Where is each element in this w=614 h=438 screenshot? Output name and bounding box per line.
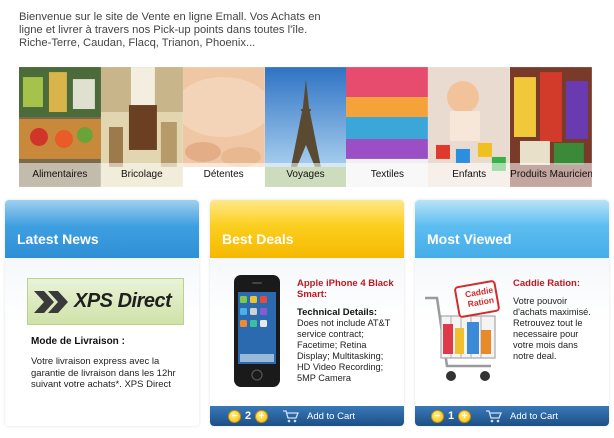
delivery-mode-label: Mode de Livraison :	[31, 336, 125, 347]
technical-details-text: Does not include AT&T service contract; …	[297, 318, 391, 383]
category-label: Bricolage	[100, 163, 183, 187]
latest-news-panel: Latest News XPS Direct Mode de Livraison…	[5, 200, 199, 426]
caddie-description: Votre pouvoir d'achats maximisé. Retrouv…	[513, 296, 591, 361]
iphone-image[interactable]	[232, 274, 282, 390]
deal-product-title[interactable]: Apple iPhone 4 Black Smart:	[297, 278, 397, 300]
double-chevron-icon	[34, 290, 68, 313]
xps-direct-logo[interactable]: XPS Direct	[27, 278, 184, 325]
caddie-cart-bar: − 1 + Add to Cart	[415, 406, 609, 426]
best-deals-body: Apple iPhone 4 Black Smart: Technical De…	[210, 258, 404, 426]
category-detentes[interactable]: Détentes	[182, 67, 265, 187]
most-viewed-panel: Most Viewed Caddie Ration Caddie Ration:…	[415, 200, 609, 426]
best-deals-header: Best Deals	[210, 200, 404, 258]
minus-icon[interactable]: −	[431, 409, 444, 423]
category-textiles[interactable]: Textiles	[346, 67, 429, 187]
caddie-product-title[interactable]: Caddie Ration:	[513, 278, 580, 289]
category-label: Voyages	[264, 163, 347, 187]
latest-news-header: Latest News	[5, 200, 199, 258]
latest-news-body: XPS Direct Mode de Livraison : Votre liv…	[5, 258, 199, 426]
shopping-cart-icon[interactable]	[485, 409, 502, 423]
caddie-quantity: 1	[447, 410, 455, 422]
category-label: Alimentaires	[19, 163, 101, 187]
most-viewed-title: Most Viewed	[427, 231, 512, 247]
welcome-text: Bienvenue sur le site de Vente en ligne …	[19, 11, 321, 49]
category-produits-mauricien[interactable]: Produits Mauricien	[510, 67, 593, 187]
plus-icon[interactable]: +	[458, 409, 471, 423]
category-bricolage[interactable]: Bricolage	[100, 67, 183, 187]
add-to-cart-button[interactable]: Add to Cart	[307, 411, 355, 422]
best-deals-panel: Best Deals Apple iPhone 4 Black Smart: T…	[210, 200, 404, 426]
category-voyages[interactable]: Voyages	[264, 67, 347, 187]
category-enfants[interactable]: Enfants	[428, 67, 511, 187]
plus-icon[interactable]: +	[255, 409, 268, 423]
most-viewed-header: Most Viewed	[415, 200, 609, 258]
deal-cart-bar: − 2 + Add to Cart	[210, 406, 404, 426]
category-label: Textiles	[346, 163, 429, 187]
deal-quantity: 2	[244, 410, 252, 422]
delivery-description: Votre livraison express avec la garantie…	[31, 356, 176, 390]
best-deals-title: Best Deals	[222, 231, 294, 247]
add-to-cart-button[interactable]: Add to Cart	[510, 411, 558, 422]
category-strip: Alimentaires Bricolage Détentes Voyages …	[19, 67, 593, 187]
latest-news-title: Latest News	[17, 231, 99, 247]
category-alimentaires[interactable]: Alimentaires	[19, 67, 101, 187]
shopping-cart-icon[interactable]	[282, 409, 299, 423]
xps-logo-text: XPS Direct	[74, 290, 172, 312]
category-label: Enfants	[428, 163, 511, 187]
category-label: Détentes	[182, 163, 265, 187]
technical-details-label: Technical Details:	[297, 307, 378, 318]
category-label: Produits Mauricien	[510, 163, 593, 187]
most-viewed-body: Caddie Ration Caddie Ration: Votre pouvo…	[415, 258, 609, 426]
minus-icon[interactable]: −	[228, 409, 241, 423]
